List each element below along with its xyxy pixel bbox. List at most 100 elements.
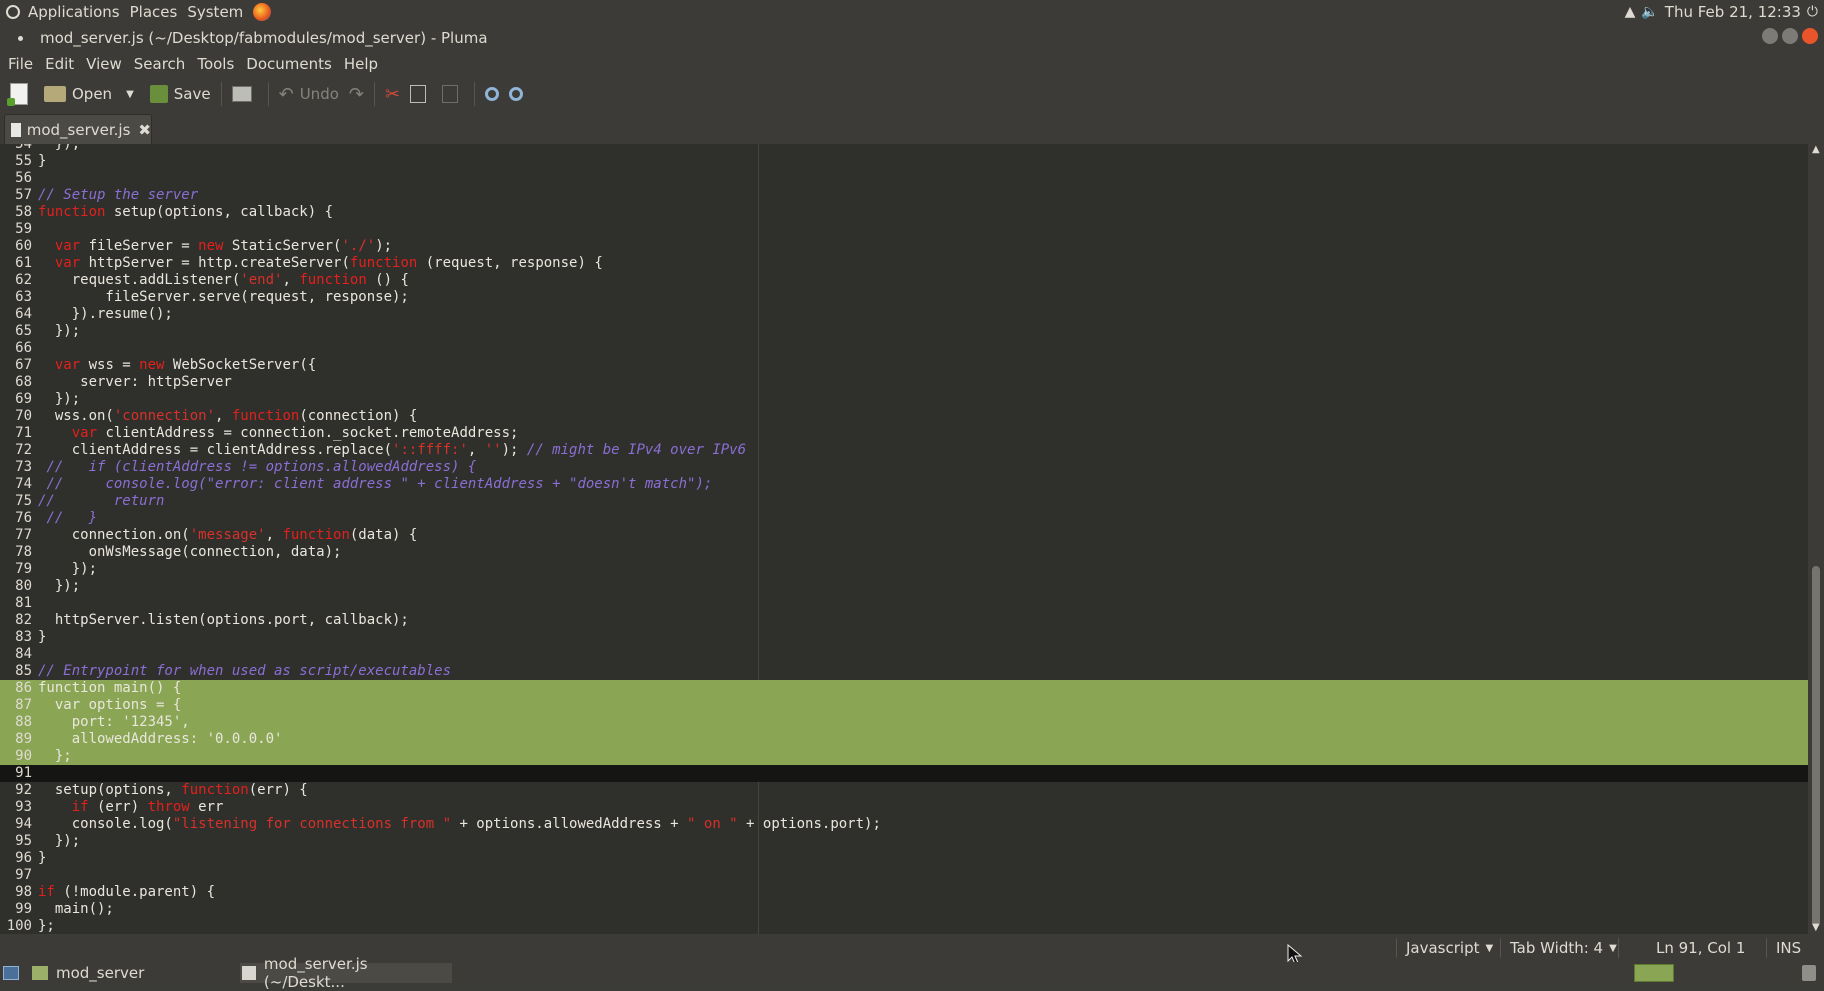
vertical-scrollbar[interactable]: ▲ ▼	[1808, 144, 1824, 934]
workspace-switcher-icon[interactable]	[1634, 964, 1674, 982]
code-line[interactable]: 77 connection.on('message', function(dat…	[0, 527, 1808, 544]
menu-documents[interactable]: Documents	[246, 55, 332, 73]
undo-button[interactable]: ↶ Undo	[279, 80, 339, 108]
code-line[interactable]: 75 // return	[0, 493, 1808, 510]
task-mod-server-folder[interactable]: mod_server	[32, 963, 232, 983]
scroll-down-icon[interactable]: ▼	[1812, 923, 1820, 933]
code-line[interactable]: 97	[0, 867, 1808, 884]
firefox-icon[interactable]	[253, 3, 272, 21]
code-line[interactable]: 60 var fileServer = new StaticServer('./…	[0, 238, 1808, 255]
code-line[interactable]: 83}	[0, 629, 1808, 646]
line-number: 56	[15, 170, 32, 186]
copy-button[interactable]	[410, 80, 432, 108]
menu-view[interactable]: View	[86, 55, 122, 73]
redo-button[interactable]: ↷	[349, 80, 364, 108]
code-line[interactable]: 82 httpServer.listen(options.port, callb…	[0, 612, 1808, 629]
ubuntu-logo-icon[interactable]	[6, 5, 20, 19]
task-pluma-window[interactable]: mod_server.js (~/Deskt...	[240, 955, 452, 991]
code-line[interactable]: 67 var wss = new WebSocketServer({	[0, 357, 1808, 374]
menu-file[interactable]: File	[8, 55, 33, 73]
find-button[interactable]	[485, 80, 500, 108]
language-selector[interactable]: Javascript ▼	[1406, 938, 1493, 958]
print-button[interactable]	[231, 80, 258, 108]
code-line[interactable]: 90 };	[0, 748, 1808, 765]
find-replace-button[interactable]	[509, 80, 524, 108]
open-button[interactable]: Open ▼	[44, 80, 134, 108]
code-line[interactable]: 84	[0, 646, 1808, 663]
line-text	[32, 170, 1808, 187]
code-line[interactable]: 91	[0, 765, 1808, 782]
code-line[interactable]: 59	[0, 221, 1808, 238]
chevron-down-icon[interactable]: ▼	[126, 89, 134, 100]
cut-button[interactable]: ✂	[385, 80, 400, 108]
code-line[interactable]: 80 });	[0, 578, 1808, 595]
applications-menu[interactable]: Applications	[28, 3, 120, 21]
trash-icon[interactable]	[1802, 965, 1816, 981]
code-line[interactable]: 71 var clientAddress = connection._socke…	[0, 425, 1808, 442]
tab-label: mod_server.js	[26, 121, 131, 139]
code-line[interactable]: 94 console.log("listening for connection…	[0, 816, 1808, 833]
window-titlebar[interactable]: mod_server.js (~/Desktop/fabmodules/mod_…	[0, 24, 1824, 52]
code-line[interactable]: 99 main();	[0, 901, 1808, 918]
minimize-button[interactable]	[1762, 28, 1778, 44]
volume-icon[interactable]: 🔈	[1641, 4, 1658, 20]
code-line[interactable]: 86 function main() {	[0, 680, 1808, 697]
line-text: });	[38, 144, 81, 152]
code-line[interactable]: 81	[0, 595, 1808, 612]
code-line[interactable]: 69 });	[0, 391, 1808, 408]
power-icon[interactable]: ⏻	[1807, 4, 1818, 20]
line-text: function main() {	[38, 680, 182, 696]
menu-help[interactable]: Help	[344, 55, 378, 73]
code-line[interactable]: 57 // Setup the server	[0, 187, 1808, 204]
code-line[interactable]: 55}	[0, 153, 1808, 170]
menu-tools[interactable]: Tools	[197, 55, 234, 73]
code-line[interactable]: 54 });	[0, 144, 1808, 153]
code-line[interactable]: 98 if (!module.parent) {	[0, 884, 1808, 901]
tab-mod-server-js[interactable]: mod_server.js ✖	[4, 114, 152, 145]
line-number: 75	[15, 493, 32, 509]
show-desktop-icon[interactable]	[3, 966, 19, 980]
code-line[interactable]: 96}	[0, 850, 1808, 867]
code-line[interactable]: 85 // Entrypoint for when used as script/…	[0, 663, 1808, 680]
scrollbar-thumb[interactable]	[1812, 566, 1820, 926]
code-line[interactable]: 89 allowedAddress: '0.0.0.0'	[0, 731, 1808, 748]
code-line[interactable]: 58 function setup(options, callback) {	[0, 204, 1808, 221]
code-line[interactable]: 73 // if (clientAddress != options.allow…	[0, 459, 1808, 476]
code-line[interactable]: 79 });	[0, 561, 1808, 578]
close-tab-icon[interactable]: ✖	[138, 121, 151, 139]
code-line[interactable]: 61 var httpServer = http.createServer(fu…	[0, 255, 1808, 272]
line-number: 85	[15, 663, 32, 679]
tab-width-selector[interactable]: Tab Width: 4 ▼	[1510, 938, 1617, 958]
code-line[interactable]: 92 setup(options, function(err) {	[0, 782, 1808, 799]
code-line[interactable]: 65 });	[0, 323, 1808, 340]
menu-search[interactable]: Search	[134, 55, 186, 73]
new-button[interactable]	[7, 80, 34, 108]
code-line[interactable]: 78 onWsMessage(connection, data);	[0, 544, 1808, 561]
menu-edit[interactable]: Edit	[45, 55, 74, 73]
code-line[interactable]: 72 clientAddress = clientAddress.replace…	[0, 442, 1808, 459]
code-line[interactable]: 63 fileServer.serve(request, response);	[0, 289, 1808, 306]
code-line[interactable]: 68 server: httpServer	[0, 374, 1808, 391]
code-line[interactable]: 100};	[0, 918, 1808, 934]
places-menu[interactable]: Places	[130, 3, 178, 21]
save-button[interactable]: Save	[149, 80, 211, 108]
maximize-button[interactable]	[1782, 28, 1798, 44]
code-line[interactable]: 74 // console.log("error: client address…	[0, 476, 1808, 493]
code-line[interactable]: 64 }).resume();	[0, 306, 1808, 323]
code-line[interactable]: 95 });	[0, 833, 1808, 850]
code-line[interactable]: 56	[0, 170, 1808, 187]
code-line[interactable]: 70 wss.on('connection', function(connect…	[0, 408, 1808, 425]
clock[interactable]: Thu Feb 21, 12:33	[1665, 3, 1801, 21]
code-line[interactable]: 93 if (err) throw err	[0, 799, 1808, 816]
code-line[interactable]: 87 var options = {	[0, 697, 1808, 714]
code-line[interactable]: 66	[0, 340, 1808, 357]
close-button[interactable]	[1802, 28, 1818, 44]
code-line[interactable]: 76 // }	[0, 510, 1808, 527]
code-line[interactable]: 62 request.addListener('end', function (…	[0, 272, 1808, 289]
code-editor[interactable]: 54 }); 55} 56 57// Setup the server 58 functi…	[0, 144, 1808, 934]
code-line[interactable]: 88 port: '12345',	[0, 714, 1808, 731]
wifi-icon[interactable]: ▲	[1625, 4, 1636, 20]
paste-button[interactable]	[442, 80, 464, 108]
system-menu[interactable]: System	[187, 3, 243, 21]
scroll-up-icon[interactable]: ▲	[1812, 145, 1820, 155]
